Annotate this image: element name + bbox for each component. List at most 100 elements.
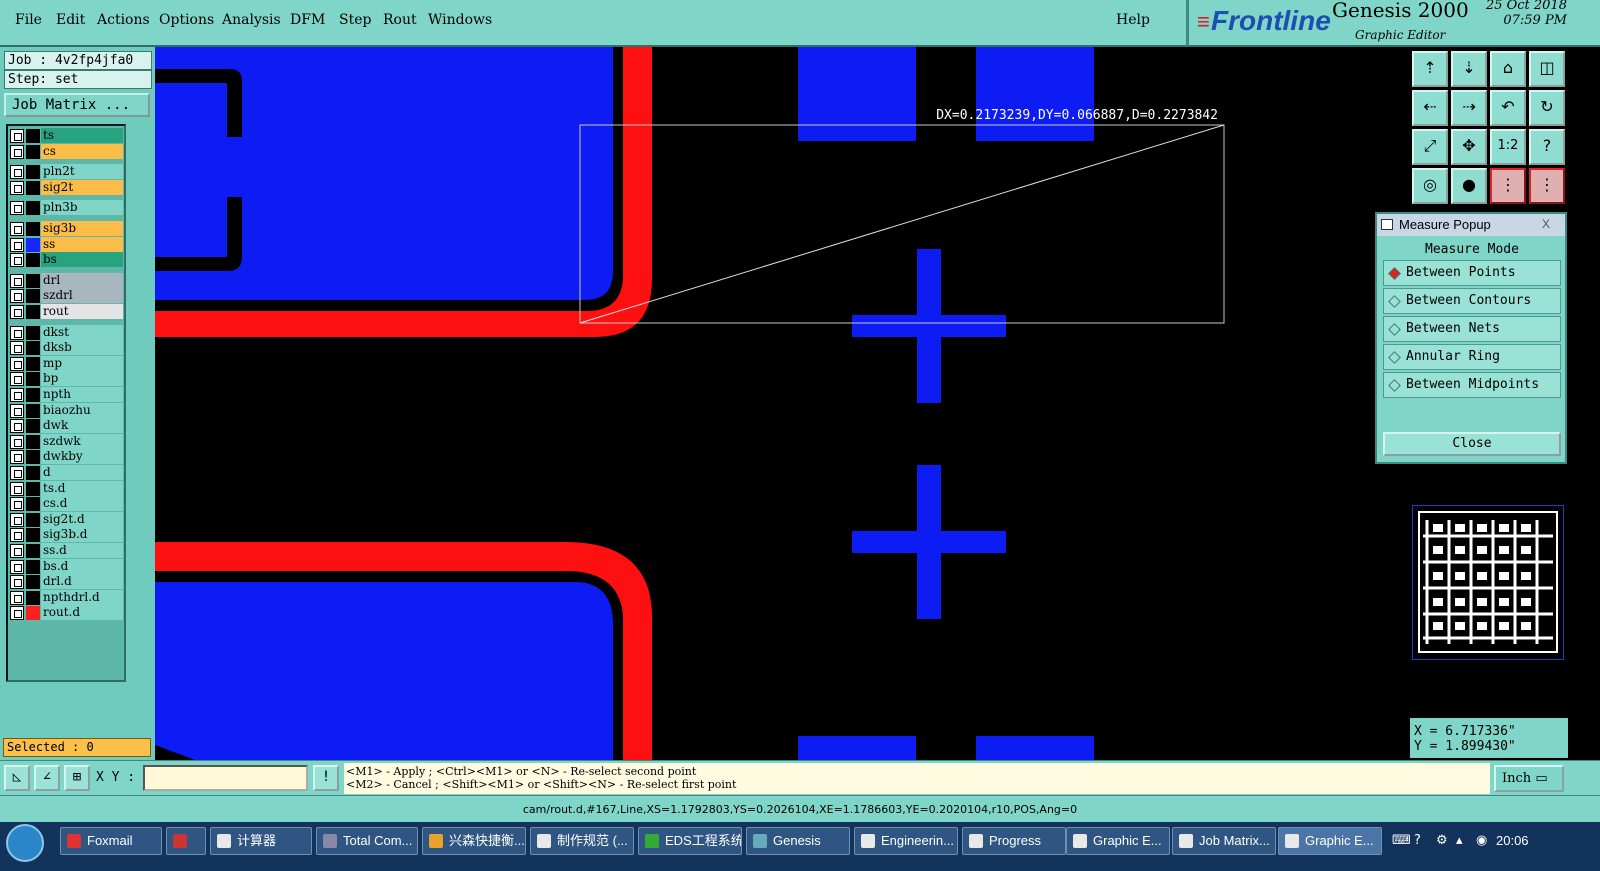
layer-row[interactable]: sig2t <box>8 179 124 195</box>
layer-checkbox[interactable] <box>10 180 24 195</box>
task-eds[interactable]: EDS工程系统 <box>638 827 742 855</box>
task-engineering[interactable]: Engineerin... <box>854 827 958 855</box>
layer-checkbox[interactable] <box>10 434 24 449</box>
layer-row[interactable]: ts <box>8 128 124 143</box>
layer-color-swatch[interactable] <box>26 180 40 195</box>
settings-icon[interactable]: ⚙ <box>1436 833 1448 848</box>
menu-help[interactable]: Help <box>1116 12 1150 28</box>
layer-name[interactable]: d <box>41 465 123 480</box>
layer-row[interactable]: sig3b <box>8 221 124 236</box>
layer-row[interactable]: ss <box>8 236 124 252</box>
menu-analysis[interactable]: Analysis <box>222 12 281 28</box>
layer-name[interactable]: dksb <box>41 340 123 356</box>
menu-file[interactable]: File <box>15 12 42 28</box>
layer-color-swatch[interactable] <box>26 253 40 268</box>
layer-checkbox[interactable] <box>10 512 24 527</box>
layer-row[interactable]: cs.d <box>8 496 124 512</box>
layer-checkbox[interactable] <box>10 528 24 543</box>
close-icon[interactable]: X <box>1531 216 1561 233</box>
layer-row[interactable]: bp <box>8 371 124 387</box>
xy-input[interactable] <box>143 765 308 791</box>
layer-checkbox[interactable] <box>10 497 24 512</box>
probe-icon[interactable]: ● <box>1451 168 1487 204</box>
layer-row[interactable]: pln3b <box>8 200 124 216</box>
layer-checkbox[interactable] <box>10 450 24 465</box>
layer-color-swatch[interactable] <box>26 575 40 590</box>
option-between-points[interactable]: Between Points <box>1383 260 1561 286</box>
layer-color-swatch[interactable] <box>26 419 40 434</box>
layer-color-swatch[interactable] <box>26 201 40 216</box>
layer-checkbox[interactable] <box>10 606 24 621</box>
layer-row[interactable]: szdwk <box>8 433 124 449</box>
snap-mode-icon[interactable]: ◺ <box>4 765 30 791</box>
task-foxmail[interactable]: Foxmail <box>60 827 162 855</box>
layer-color-swatch[interactable] <box>26 544 40 558</box>
layer-name[interactable]: pln2t <box>41 164 123 180</box>
snap-icon[interactable]: ◎ <box>1412 168 1448 204</box>
layer-color-swatch[interactable] <box>26 144 40 159</box>
help-tray-icon[interactable]: ? <box>1414 833 1421 848</box>
task-app[interactable] <box>166 827 206 855</box>
zoom-fit-icon[interactable]: ⤢ <box>1412 129 1448 165</box>
task-calculator[interactable]: 计算器 <box>210 827 312 855</box>
layer-name[interactable]: npth <box>41 387 123 402</box>
task-progress[interactable]: Progress <box>962 827 1066 855</box>
layer-row[interactable]: bs.d <box>8 558 124 574</box>
layer-checkbox[interactable] <box>10 165 24 180</box>
layer-name[interactable]: dwkby <box>41 449 123 465</box>
layer-checkbox[interactable] <box>10 403 24 418</box>
pan-right-icon[interactable]: ⇢ <box>1451 90 1487 126</box>
clock[interactable]: 20:06 <box>1496 833 1529 848</box>
layer-color-swatch[interactable] <box>26 559 40 574</box>
layer-color-swatch[interactable] <box>26 273 40 288</box>
angle-mode-icon[interactable]: ∠ <box>34 765 60 791</box>
layer-name[interactable]: bs.d <box>41 558 123 574</box>
layer-checkbox[interactable] <box>10 222 24 236</box>
layer-row[interactable]: sig3b.d <box>8 527 124 543</box>
layer-name[interactable]: mp <box>41 355 123 371</box>
layer-checkbox[interactable] <box>10 356 24 371</box>
layer-checkbox[interactable] <box>10 419 24 434</box>
layer-checkbox[interactable] <box>10 289 24 304</box>
layer-name[interactable]: ss <box>41 236 123 252</box>
layer-name[interactable]: ts <box>41 128 123 143</box>
layer-name[interactable]: biaozhu <box>41 402 123 418</box>
layer-color-swatch[interactable] <box>26 372 40 387</box>
layer-name[interactable]: sig3b <box>41 221 123 236</box>
layer-row[interactable]: rout.d <box>8 605 124 621</box>
layer-name[interactable]: rout <box>41 304 123 319</box>
help-icon[interactable]: ? <box>1529 129 1565 165</box>
layer-checkbox[interactable] <box>10 144 24 159</box>
layer-row[interactable]: drl <box>8 272 124 288</box>
layer-row[interactable]: d <box>8 465 124 480</box>
layer-checkbox[interactable] <box>10 341 24 356</box>
layer-name[interactable]: npthdrl.d <box>41 589 123 605</box>
network-icon[interactable]: ◉ <box>1476 833 1487 848</box>
layer-name[interactable]: dwk <box>41 418 123 434</box>
layer-name[interactable]: szdwk <box>41 433 123 449</box>
layer-name[interactable]: szdrl <box>41 288 123 304</box>
redraw-icon[interactable]: ↻ <box>1529 90 1565 126</box>
undo-view-icon[interactable]: ↶ <box>1490 90 1526 126</box>
task-graphic-editor-2[interactable]: Graphic E... <box>1278 827 1382 855</box>
layer-color-swatch[interactable] <box>26 590 40 605</box>
popup-title-bar[interactable]: Measure Popup X <box>1377 214 1565 236</box>
layer-color-swatch[interactable] <box>26 388 40 402</box>
layer-name[interactable]: ss.d <box>41 543 123 558</box>
menu-rout[interactable]: Rout <box>383 12 417 28</box>
layer-name[interactable]: sig2t <box>41 179 123 195</box>
net-select-icon[interactable]: ⋮ <box>1529 168 1565 204</box>
layer-color-swatch[interactable] <box>26 165 40 180</box>
layer-checkbox[interactable] <box>10 237 24 252</box>
layer-color-swatch[interactable] <box>26 481 40 496</box>
layer-row[interactable]: bs <box>8 252 124 268</box>
task-xingsen[interactable]: 兴森快捷衡... <box>422 827 526 855</box>
layer-name[interactable]: sig3b.d <box>41 527 123 543</box>
layer-color-swatch[interactable] <box>26 528 40 543</box>
layer-color-swatch[interactable] <box>26 325 40 340</box>
layer-checkbox[interactable] <box>10 481 24 496</box>
layer-name[interactable]: dkst <box>41 324 123 340</box>
layer-checkbox[interactable] <box>10 372 24 387</box>
layer-checkbox[interactable] <box>10 559 24 574</box>
layer-row[interactable]: rout <box>8 304 124 319</box>
